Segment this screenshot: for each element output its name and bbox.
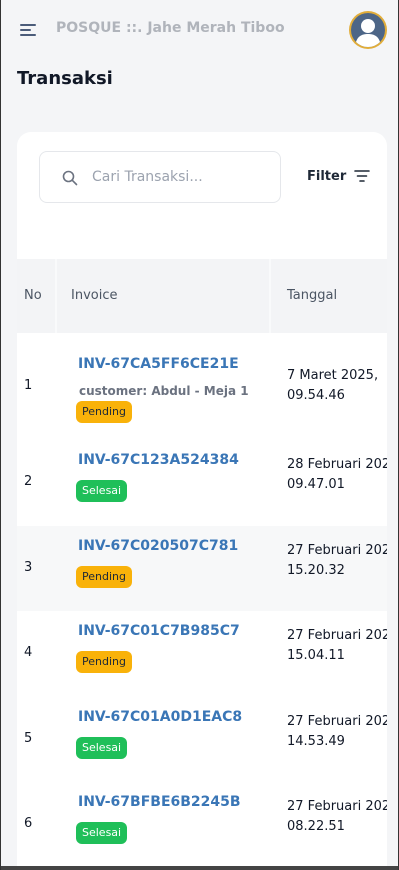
- date-cell: 27 Februari 2025 15.04.11: [287, 626, 387, 666]
- date-line: 7 Maret 2025,: [287, 368, 379, 383]
- time-line: 15.04.11: [287, 648, 345, 663]
- status-badge: Selesai: [76, 480, 128, 502]
- date-cell: 28 Februari 2025 09.47.01: [287, 455, 387, 495]
- row-number: 6: [24, 816, 33, 831]
- date-line: 27 Februari 2025: [287, 799, 387, 814]
- date-cell: 27 Februari 2025 15.20.32: [287, 541, 387, 581]
- menu-icon[interactable]: [20, 22, 38, 38]
- table-row: 3 INV-67C020507C781 Pending 27 Februari …: [17, 525, 387, 611]
- column-header-tanggal: Tanggal: [287, 288, 338, 303]
- invoice-link[interactable]: INV-67C123A524384: [78, 452, 239, 468]
- user-avatar-icon: [355, 19, 381, 47]
- column-header-no: No: [24, 288, 42, 303]
- invoice-link[interactable]: INV-67C01A0D1EAC8: [78, 709, 242, 725]
- date-cell: 27 Februari 2025 14.53.49: [287, 712, 387, 752]
- status-badge: Pending: [76, 401, 132, 423]
- status-badge: Selesai: [76, 822, 128, 844]
- table-header: No Invoice Tanggal: [17, 259, 387, 333]
- table-row: 6 INV-67BFBE6B2245B Selesai 27 Februari …: [17, 782, 387, 868]
- row-number: 5: [24, 730, 33, 746]
- column-header-invoice: Invoice: [71, 288, 118, 303]
- time-line: 14.53.49: [287, 733, 345, 749]
- date-cell: 7 Maret 2025, 09.54.46: [287, 366, 378, 406]
- date-line: 27 Februari 2025: [287, 713, 387, 729]
- row-number: 1: [24, 378, 33, 393]
- search-input[interactable]: [92, 152, 272, 202]
- filter-label: Filter: [307, 168, 347, 184]
- time-line: 09.47.01: [287, 477, 345, 492]
- invoice-link[interactable]: INV-67BFBE6B2245B: [78, 794, 241, 810]
- date-line: 27 Februari 2025: [287, 628, 387, 643]
- filter-button[interactable]: Filter: [307, 164, 371, 188]
- time-line: 09.54.46: [287, 388, 345, 403]
- customer-label: customer: Abdul - Meja 1: [79, 384, 249, 398]
- table-row: 2 INV-67C123A524384 Selesai 28 Februari …: [17, 440, 387, 526]
- row-number: 2: [24, 474, 33, 489]
- top-bar: POSQUE ::. Jahe Merah Tiboo: [1, 0, 398, 62]
- date-cell: 27 Februari 2025 08.22.51: [287, 797, 387, 837]
- time-line: 15.20.32: [287, 562, 345, 578]
- avatar[interactable]: [349, 11, 387, 49]
- date-line: 27 Februari 2025: [287, 542, 387, 558]
- status-badge: Pending: [76, 651, 132, 673]
- app-title: POSQUE ::. Jahe Merah Tiboo: [56, 20, 285, 36]
- search-box[interactable]: [39, 151, 281, 203]
- row-number: 4: [24, 645, 33, 660]
- time-line: 08.22.51: [287, 819, 345, 834]
- app-frame: POSQUE ::. Jahe Merah Tiboo Transaksi Fi…: [0, 0, 399, 870]
- bottom-edge: [1, 866, 398, 870]
- transactions-card: Filter No Invoice Tanggal 1 INV-67CA5FF6…: [17, 132, 387, 870]
- page-title: Transaksi: [17, 68, 113, 89]
- table-row: 5 INV-67C01A0D1EAC8 Selesai 27 Februari …: [17, 696, 387, 782]
- invoice-link[interactable]: INV-67CA5FF6CE21E: [78, 356, 239, 372]
- row-number: 3: [24, 559, 33, 575]
- invoice-link[interactable]: INV-67C01C7B985C7: [78, 623, 240, 639]
- search-icon: [62, 170, 78, 186]
- status-badge: Selesai: [76, 736, 128, 759]
- transactions-table: No Invoice Tanggal 1 INV-67CA5FF6CE21E c…: [17, 259, 387, 868]
- table-row: 1 INV-67CA5FF6CE21E customer: Abdul - Me…: [17, 333, 387, 440]
- invoice-link[interactable]: INV-67C020507C781: [78, 538, 238, 554]
- date-line: 28 Februari 2025: [287, 457, 387, 472]
- filter-icon: [354, 170, 371, 182]
- status-badge: Pending: [76, 565, 132, 588]
- table-row: 4 INV-67C01C7B985C7 Pending 27 Februari …: [17, 611, 387, 697]
